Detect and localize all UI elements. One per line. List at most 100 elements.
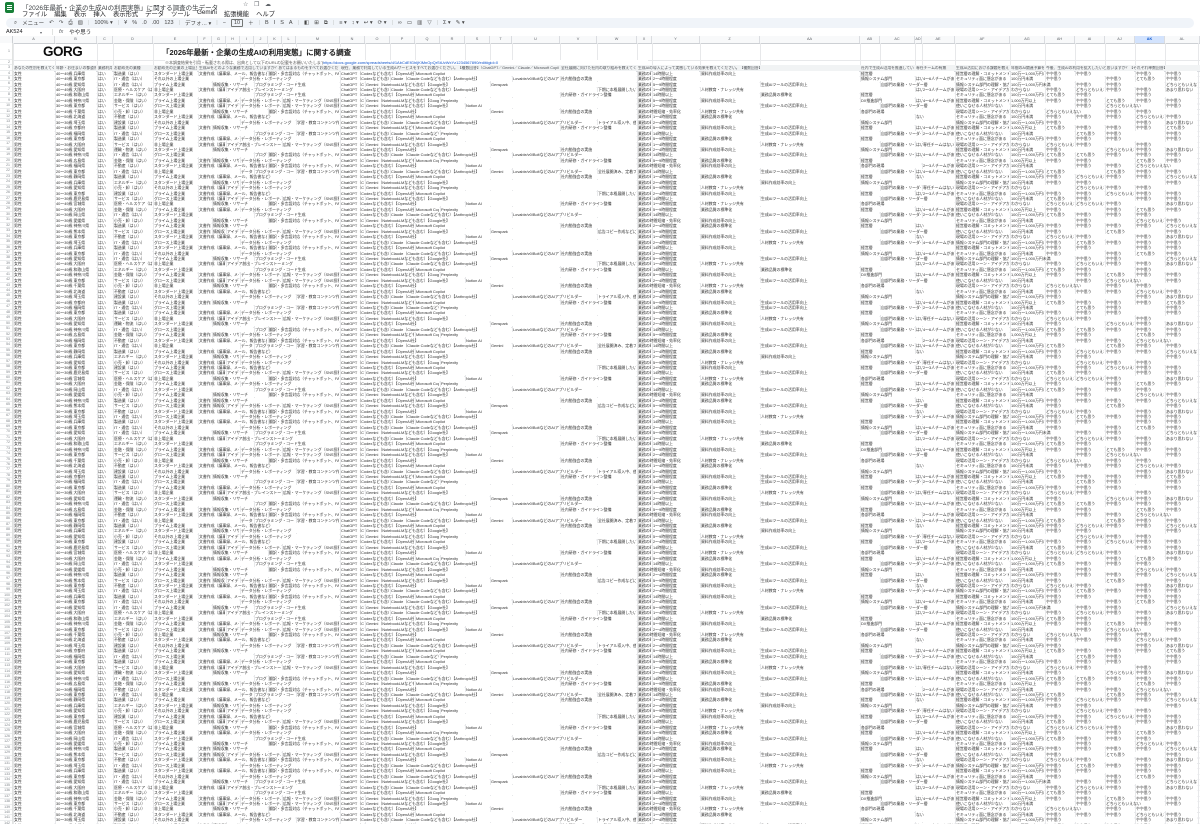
cell[interactable]: プライム上場企業 (154, 381, 197, 387)
cell[interactable]: Claude（Claude Codeなども含む）【Anthropic社】 (391, 261, 596, 267)
cell[interactable]: Gemini（NotebookLMなども含む）【Google社】 (366, 490, 636, 496)
cell[interactable]: 資料作成効率の向上 (701, 795, 859, 801)
cell[interactable]: Lovable/v0/BoltなどのAIアプリビルダー (513, 294, 596, 300)
cell[interactable]: わからない (1011, 784, 1044, 790)
cell[interactable]: データ分析・レポーティング (241, 544, 281, 550)
cell[interactable]: 小売・卸（はい） (114, 359, 152, 365)
more-formats-icon[interactable]: 123 (164, 20, 173, 26)
cell[interactable]: どちらともいえない (1046, 490, 1074, 496)
cell[interactable]: やや思う (1106, 473, 1134, 479)
cell[interactable]: ChatGPT（Codexなども含む）【OpenAI社】 (341, 686, 464, 692)
cell[interactable]: データ分析・レポーティング (241, 414, 339, 420)
cell[interactable]: 翻訳・多言語対応（チャットボット、FAQ作成など） (269, 632, 339, 638)
cell[interactable]: データ分析・レポーティング (241, 800, 281, 806)
cell[interactable]: やや思う (1076, 364, 1104, 370)
cell[interactable]: あまり思わない (1166, 610, 1197, 616)
cell[interactable]: ない (916, 463, 954, 469)
cell[interactable]: やや思う (1166, 675, 1197, 681)
cell[interactable]: 不動産（はい） (114, 408, 152, 414)
cell[interactable]: データ分析・レポーティング (241, 196, 281, 202)
cell[interactable]: IT・通信（はい） (114, 501, 152, 507)
cell[interactable]: プログラミング・コード生成 (255, 266, 339, 272)
cell[interactable]: やや思う (1046, 730, 1104, 736)
cell[interactable]: あまり思わない (1166, 724, 1197, 730)
cell[interactable]: Perplexity (441, 359, 636, 365)
cell[interactable]: はい (98, 190, 112, 196)
cell[interactable]: プライム上場企業 (154, 255, 211, 261)
cell[interactable]: はい (98, 408, 112, 414)
percent-icon[interactable]: % (132, 20, 137, 26)
cell[interactable]: とても思う (1046, 501, 1074, 507)
cell[interactable]: 翻訳・多言語対応（チャットボット、FAQ作成など） (269, 501, 339, 507)
cell[interactable]: Claude（Claude Codeなども含む）【Anthropic社】 (391, 675, 511, 681)
cell[interactable]: 情報収集・リサーチ (213, 157, 239, 163)
cell[interactable]: Gemini（NotebookLMなども含む）【Google社】 (366, 473, 414, 479)
cell[interactable]: やや思う (1106, 87, 1134, 93)
cell[interactable]: 業務の時間短縮・効率化 (638, 479, 651, 485)
cell[interactable]: 30〜39歳 東京都 (56, 277, 96, 283)
cell[interactable]: 14時間以上 (653, 544, 759, 550)
cell[interactable]: 生成AIツールの活用率向上 (761, 501, 879, 507)
cell[interactable]: Gemini（NotebookLMなども含む）【Google社】 (366, 179, 636, 185)
cell[interactable]: 社内勉強会の実施 (561, 283, 636, 289)
cell[interactable]: Perplexity (441, 555, 636, 561)
cell[interactable]: ChatGPT（Codexなども含む）【OpenAI社】 (341, 310, 414, 316)
cell[interactable]: 広報・マーケティング（SNS投稿、広告コピー作成など） (283, 196, 339, 202)
cell[interactable]: ChatGPT（Codexなども含む）【OpenAI社】 (341, 157, 364, 163)
cell[interactable]: 使いこなせる人材が少ない (956, 626, 1009, 632)
cell[interactable]: サービス（はい） (114, 277, 152, 283)
cell[interactable]: やや思う (1136, 648, 1164, 654)
cell[interactable]: 1,000万円以上 (1011, 473, 1044, 479)
cell[interactable]: 各部門の現場 (861, 550, 954, 556)
cell[interactable]: グロース上場企業 (154, 452, 197, 458)
cell[interactable]: 40〜49歳 愛知県 (56, 430, 96, 436)
cell[interactable]: 社内研修・ガイドライン整備 (561, 506, 636, 512)
cell[interactable]: プログラミング・コード生成 (255, 326, 267, 332)
cell[interactable]: やや思う (1046, 321, 1104, 327)
cell[interactable]: 4〜6人チームがある (923, 795, 954, 801)
cell[interactable]: 経営層 (861, 70, 954, 76)
cell[interactable]: スタンダード上場企業 (154, 321, 211, 327)
cell[interactable]: データ分析・レポーティング (241, 528, 339, 534)
cell[interactable]: 現場の活用シーン・アイデアが足りない (956, 708, 1009, 714)
cell[interactable]: 4〜6人チームがある (923, 473, 954, 479)
cell[interactable]: 文書作成（議事録、メール、報告書など） (199, 397, 211, 403)
cell[interactable]: 金融・保険（はい） (114, 555, 152, 561)
cell[interactable]: ChatGPT（Codexなども含む）【OpenAI社】 (341, 490, 364, 496)
cell[interactable]: プログラミング・コード生成 (255, 212, 339, 218)
cell[interactable]: やや思う (1136, 457, 1197, 463)
cell[interactable]: プログラミング・コード生成 (255, 501, 267, 507)
cell[interactable]: 14時間以上 (653, 790, 759, 796)
cell[interactable]: 男性 (14, 392, 54, 398)
cell[interactable]: とても思う (1076, 479, 1104, 485)
cell[interactable]: Notion AI (466, 582, 636, 588)
cell[interactable]: どちらともいえない (1136, 463, 1164, 469)
cell[interactable]: 自部門の業務・リーダー層 (881, 81, 954, 87)
cell[interactable]: どちらともいえない (1076, 724, 1104, 730)
cell[interactable]: 広報・マーケティング（SNS投稿、広告コピー作成など） (283, 800, 339, 806)
cell[interactable]: トライアル導入中、使いこなせていない (598, 468, 636, 474)
cell[interactable]: はい (98, 81, 112, 87)
cell[interactable]: 100万円未満 (1011, 103, 1074, 109)
cell[interactable]: 女性 (14, 544, 54, 550)
cell[interactable]: 男性 (14, 713, 54, 719)
cell[interactable]: やや思う (1166, 506, 1197, 512)
cell[interactable]: 男性 (14, 675, 54, 681)
cell[interactable]: やや思う (1136, 119, 1164, 125)
cell[interactable]: 情報システム部門 (861, 392, 954, 398)
cell[interactable]: 業務の時間短縮・効率化 (638, 539, 651, 545)
cell[interactable]: 1〜4時間程度 (653, 141, 759, 147)
cell[interactable]: やや思う (1136, 441, 1197, 447)
cell[interactable]: やや思う (1106, 424, 1134, 430)
cell[interactable]: 金融・保険（はい） (114, 206, 152, 212)
cell[interactable]: セキュリティ面に懸念がある (956, 659, 1009, 665)
cell[interactable]: やや思う (1136, 146, 1164, 152)
cell[interactable]: Claude（Claude Codeなども含む）【Anthropic社】 (391, 479, 439, 485)
cell[interactable]: データ分析・レポーティング (241, 708, 339, 714)
cell[interactable]: 4〜6人チームがある (923, 588, 954, 594)
cell[interactable]: 翻訳・多言語対応（チャットボット、FAQ作成など） (269, 245, 339, 251)
cell[interactable]: スタンダード上場企業 (154, 735, 253, 741)
cell[interactable]: 経営層の理解・コミットメントが得られない (956, 206, 1009, 212)
cell[interactable]: やや思う (1166, 593, 1197, 599)
cell[interactable]: 生成AIツールの活用率向上 (761, 343, 879, 349)
